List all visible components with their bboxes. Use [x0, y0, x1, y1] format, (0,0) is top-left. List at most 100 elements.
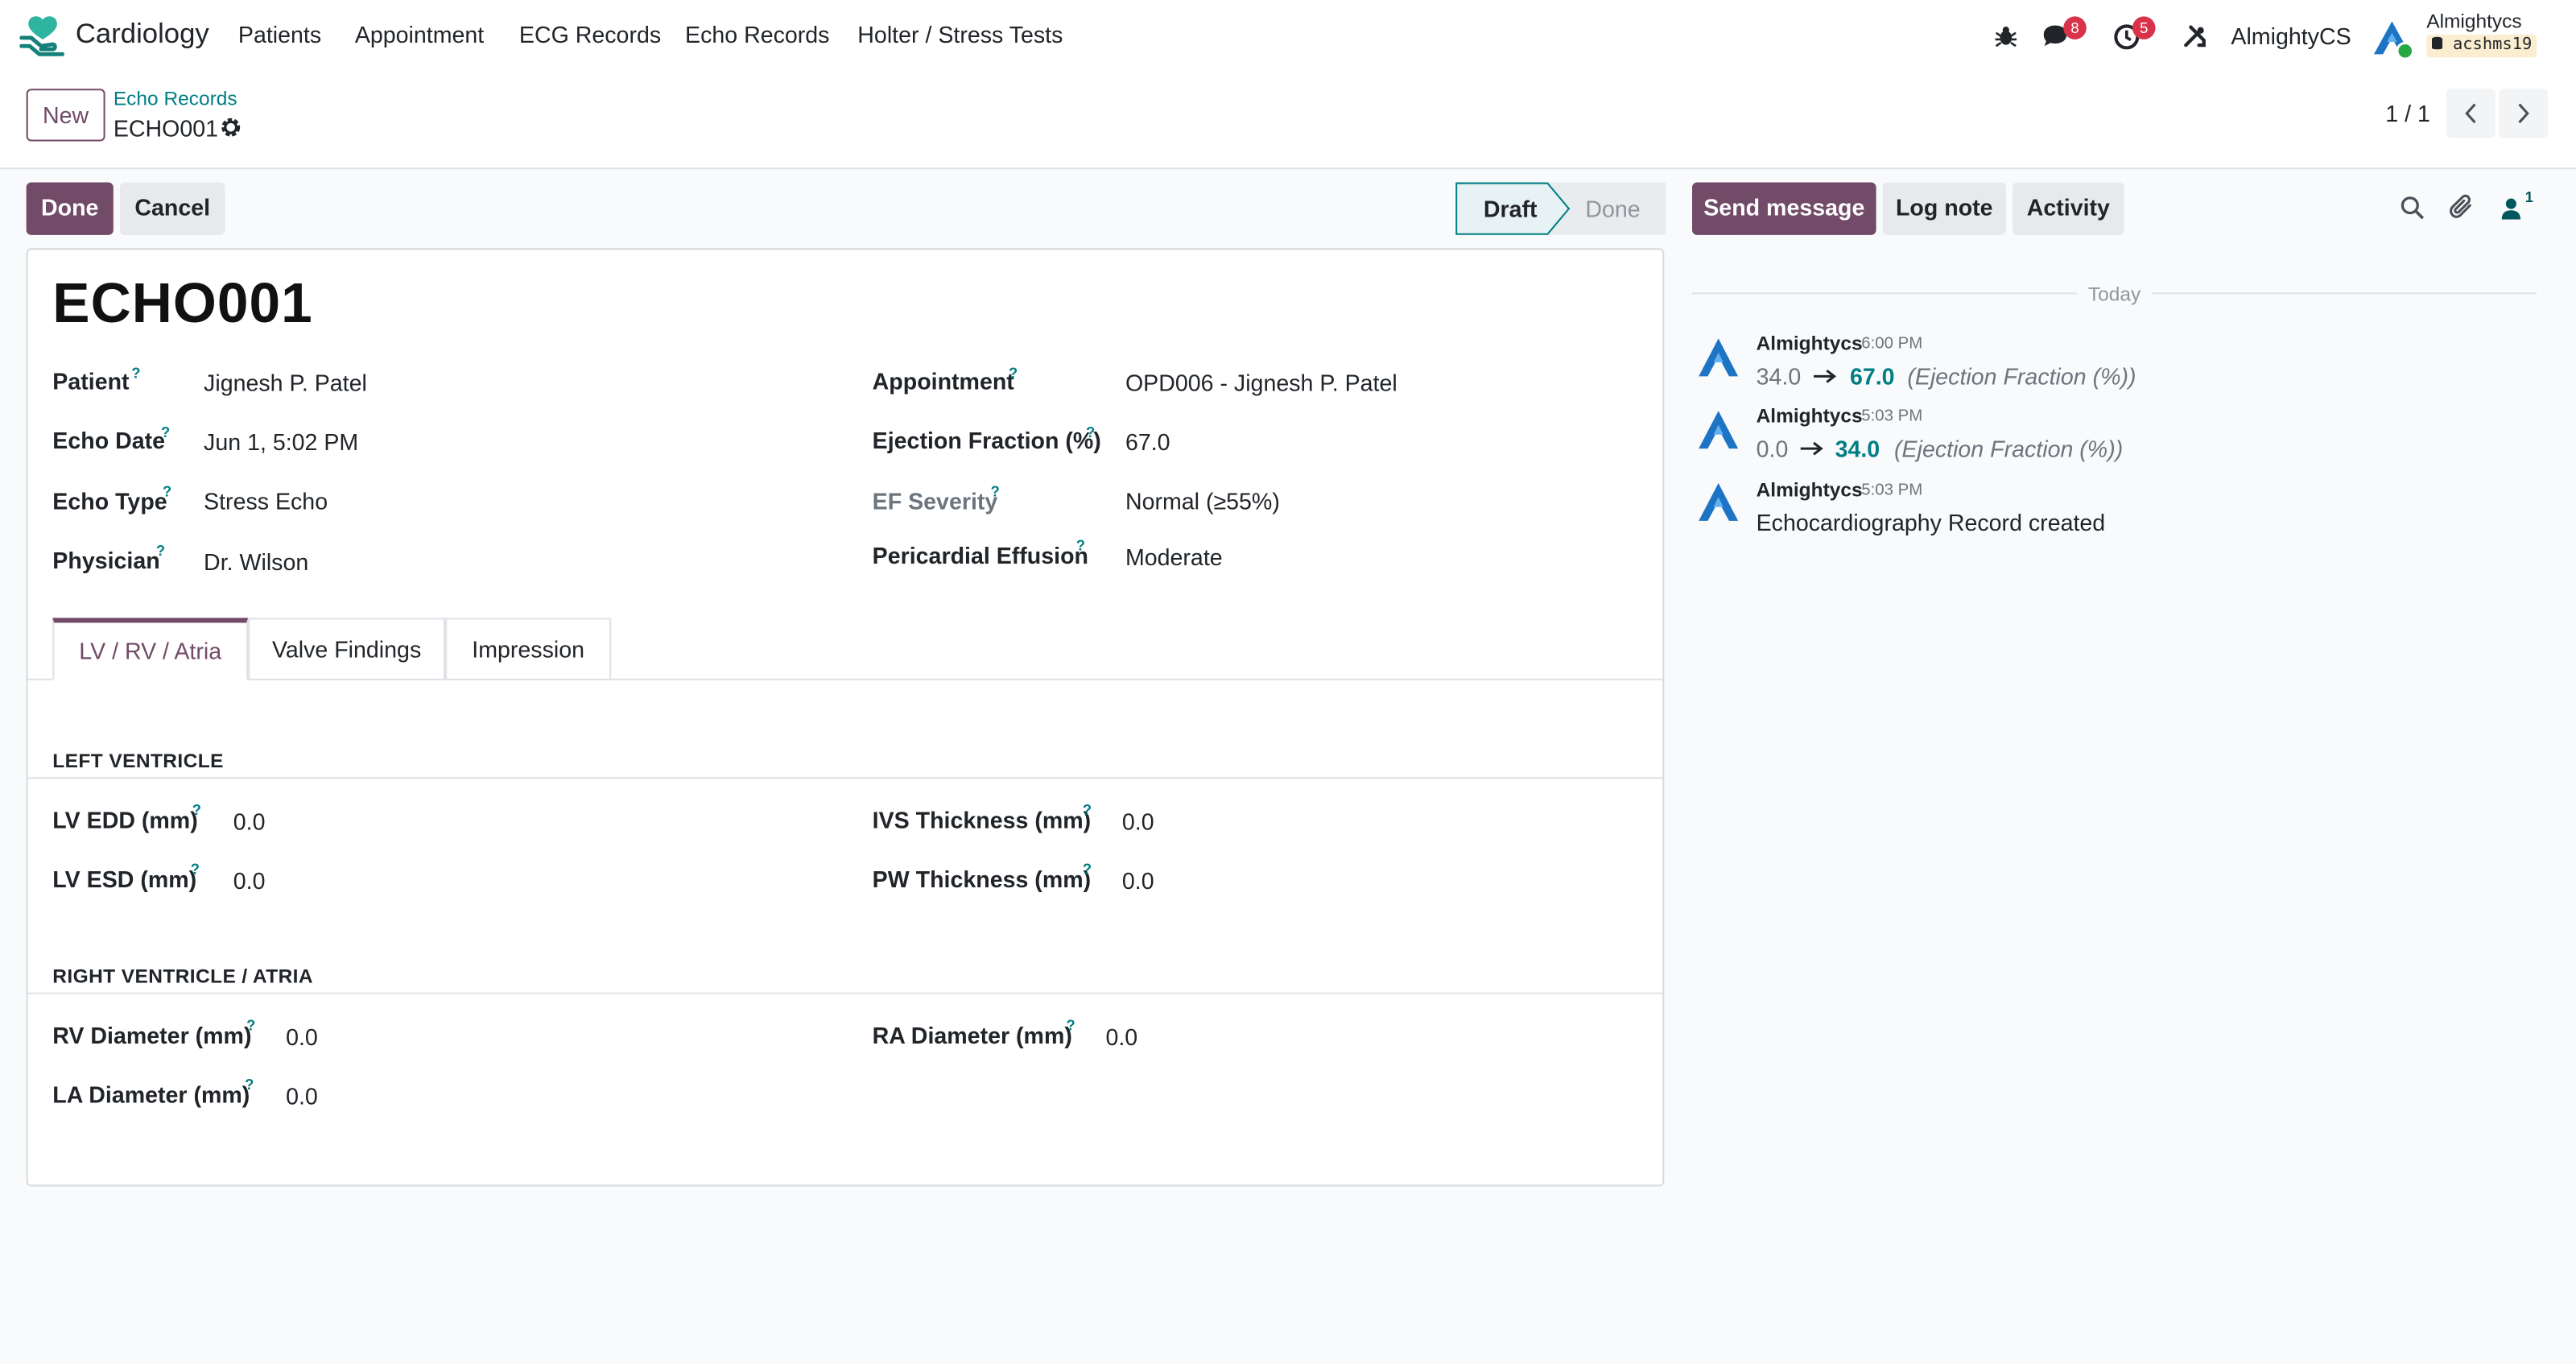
message-body: Echocardiography Record created [1756, 509, 2106, 536]
left-ventricle-separator [27, 777, 1663, 779]
tracking-new-value: 34.0 [1835, 435, 1880, 462]
tracking-field-name: (Ejection Fraction (%)) [1907, 363, 2136, 390]
menu-ecg-records[interactable]: ECG Records [519, 22, 661, 48]
tracking-old-value: 34.0 [1756, 363, 1802, 390]
echo-type-help-icon[interactable]: ? [163, 483, 171, 499]
ejection-fraction-label: Ejection Fraction (%) [872, 427, 1101, 454]
message-author[interactable]: Almightycs [1757, 478, 1863, 502]
user-avatar[interactable] [2372, 18, 2415, 60]
activities-badge: 5 [2132, 16, 2156, 39]
ef-severity-value: Normal (≥55%) [1125, 488, 1280, 515]
lv-edd-label: LV EDD (mm) [52, 807, 198, 833]
la-diameter-value[interactable]: 0.0 [286, 1083, 318, 1110]
arrow-right-icon [1800, 441, 1823, 456]
appointment-label: Appointment [872, 368, 1014, 395]
echo-date-label: Echo Date [52, 427, 166, 454]
echo-type-label: Echo Type [52, 488, 167, 515]
tools-icon[interactable] [2183, 25, 2207, 48]
search-icon[interactable] [2401, 196, 2425, 221]
la-diameter-help-icon[interactable]: ? [245, 1077, 254, 1093]
arrow-right-icon [1814, 369, 1837, 383]
physician-value[interactable]: Dr. Wilson [204, 549, 308, 576]
physician-help-icon[interactable]: ? [156, 542, 165, 558]
pericardial-effusion-value[interactable]: Moderate [1125, 544, 1223, 571]
rv-diameter-label: RV Diameter (mm) [52, 1022, 252, 1049]
patient-value[interactable]: Jignesh P. Patel [204, 370, 367, 396]
tab-impression[interactable]: Impression [445, 618, 612, 680]
rv-diameter-value[interactable]: 0.0 [286, 1023, 318, 1050]
send-message-button[interactable]: Send message [1692, 182, 1876, 235]
ra-diameter-value[interactable]: 0.0 [1105, 1023, 1137, 1050]
stage-draft[interactable]: Draft [1484, 196, 1538, 222]
right-ventricle-separator [27, 992, 1663, 994]
lv-esd-help-icon[interactable]: ? [191, 861, 200, 877]
pw-thickness-help-icon[interactable]: ? [1083, 861, 1092, 877]
tab-valve-findings[interactable]: Valve Findings [248, 618, 446, 680]
physician-label: Physician [52, 547, 160, 574]
lv-edd-help-icon[interactable]: ? [192, 802, 201, 818]
cancel-button[interactable]: Cancel [119, 182, 225, 235]
ejection-fraction-help-icon[interactable]: ? [1086, 424, 1095, 440]
message-time: 5:03 PM [1861, 407, 1923, 426]
breadcrumb-parent-link[interactable]: Echo Records [114, 87, 237, 110]
company-switcher[interactable]: AlmightyCS [2231, 23, 2351, 50]
menu-patients[interactable]: Patients [238, 22, 321, 48]
stage-done[interactable]: Done [1585, 196, 1640, 222]
messages-badge: 8 [2063, 16, 2087, 39]
message-author[interactable]: Almightycs [1757, 404, 1863, 428]
ef-severity-help-icon[interactable]: ? [991, 483, 1000, 499]
appointment-help-icon[interactable]: ? [1009, 365, 1018, 381]
menu-holter-stress-tests[interactable]: Holter / Stress Tests [857, 22, 1063, 48]
log-note-button[interactable]: Log note [1882, 182, 2006, 235]
done-button[interactable]: Done [26, 182, 114, 235]
lv-edd-value[interactable]: 0.0 [233, 808, 266, 835]
ivs-thickness-help-icon[interactable]: ? [1083, 802, 1092, 818]
activity-button[interactable]: Activity [2012, 182, 2124, 235]
new-record-button[interactable]: New [26, 89, 105, 142]
right-ventricle-atria-heading: RIGHT VENTRICLE / ATRIA [52, 964, 313, 988]
control-panel [0, 72, 2576, 170]
breadcrumb-current: ECHO001 [113, 114, 219, 142]
pager-value[interactable]: 1 / 1 [2385, 100, 2430, 126]
pericardial-effusion-label: Pericardial Effusion [872, 542, 1088, 569]
ra-diameter-label: RA Diameter (mm) [872, 1022, 1072, 1049]
cardiology-app-icon[interactable] [19, 14, 65, 57]
message-time: 6:00 PM [1861, 335, 1923, 353]
paperclip-icon[interactable] [2450, 194, 2476, 222]
ivs-thickness-value[interactable]: 0.0 [1122, 808, 1154, 835]
pw-thickness-label: PW Thickness (mm) [872, 866, 1092, 893]
echo-date-value[interactable]: Jun 1, 5:02 PM [204, 429, 358, 456]
app-title[interactable]: Cardiology [76, 18, 209, 51]
left-ventricle-heading: LEFT VENTRICLE [52, 749, 224, 773]
tab-lv-rv-atria[interactable]: LV / RV / Atria [52, 618, 249, 680]
lv-esd-label: LV ESD (mm) [52, 866, 197, 893]
record-actions-gear-icon[interactable] [220, 117, 242, 138]
echo-date-help-icon[interactable]: ? [161, 424, 170, 440]
ra-diameter-help-icon[interactable]: ? [1066, 1017, 1075, 1033]
record-title[interactable]: ECHO001 [52, 273, 312, 337]
lv-esd-value[interactable]: 0.0 [233, 868, 266, 895]
user-name[interactable]: Almightycs [2426, 10, 2521, 33]
author-avatar[interactable] [1695, 335, 1741, 381]
pager-previous-button[interactable] [2446, 89, 2496, 138]
echo-type-value[interactable]: Stress Echo [204, 488, 328, 515]
tracking-old-value: 0.0 [1756, 435, 1789, 462]
pw-thickness-value[interactable]: 0.0 [1122, 868, 1154, 895]
appointment-value[interactable]: OPD006 - Jignesh P. Patel [1125, 370, 1397, 396]
tracking-new-value: 67.0 [1849, 363, 1895, 390]
message-author[interactable]: Almightycs [1757, 332, 1863, 355]
pericardial-effusion-help-icon[interactable]: ? [1076, 537, 1085, 553]
menu-appointment[interactable]: Appointment [355, 22, 484, 48]
author-avatar[interactable] [1695, 407, 1741, 453]
pager-next-button[interactable] [2499, 89, 2549, 138]
menu-echo-records[interactable]: Echo Records [685, 22, 829, 48]
ejection-fraction-value[interactable]: 67.0 [1125, 429, 1170, 456]
patient-help-icon[interactable]: ? [131, 365, 140, 381]
debug-bug-icon[interactable] [1995, 25, 2018, 48]
chevron-left-icon [2465, 103, 2476, 124]
followers-icon[interactable] [2500, 197, 2522, 221]
rv-diameter-help-icon[interactable]: ? [246, 1017, 255, 1033]
author-avatar[interactable] [1695, 480, 1741, 526]
followers-count: 1 [2524, 188, 2533, 206]
date-separator-line-left [1692, 292, 2077, 295]
